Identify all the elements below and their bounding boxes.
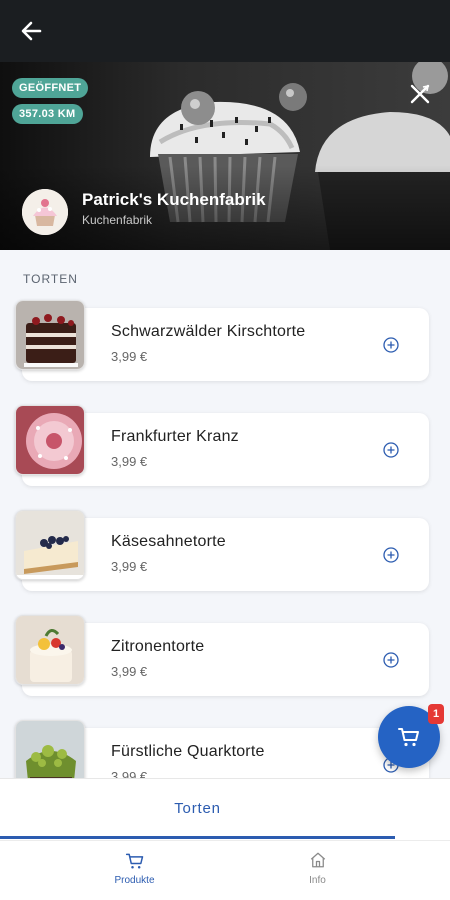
black-forest-cake-image	[16, 301, 84, 369]
nav-info[interactable]: Info	[205, 841, 430, 900]
add-circle-icon[interactable]	[382, 336, 400, 354]
product-price: 3,99 €	[111, 559, 148, 574]
product-image	[15, 720, 85, 778]
add-circle-icon[interactable]	[382, 546, 400, 564]
shop-hero-banner: GEÖFFNET 357.03 KM Patrick's Kuchenfabri…	[0, 62, 450, 250]
product-image	[15, 405, 85, 475]
product-image	[15, 510, 85, 580]
top-app-bar	[0, 0, 450, 62]
product-image	[15, 300, 85, 370]
cart-icon	[398, 728, 419, 747]
cake-logo-icon	[22, 189, 68, 235]
arrow-left-icon	[21, 21, 42, 41]
product-price: 3,99 €	[111, 454, 148, 469]
bottom-navigation: Produkte Info	[0, 840, 450, 900]
home-icon	[310, 852, 325, 868]
tab-torten[interactable]: Torten	[0, 779, 395, 839]
back-button[interactable]	[16, 16, 46, 46]
cart-count-badge: 1	[428, 704, 444, 724]
lemon-cake-image	[16, 616, 84, 684]
product-name: Zitronentorte	[111, 638, 205, 655]
product-price: 3,99 €	[111, 349, 148, 364]
cart-icon	[125, 853, 143, 869]
product-name: Fürstliche Quarktorte	[111, 743, 265, 760]
product-image	[15, 615, 85, 685]
frankfurter-kranz-image	[16, 406, 84, 474]
quark-cake-image	[16, 721, 84, 778]
distance-badge: 357.03 KM	[12, 104, 83, 124]
shop-avatar	[22, 189, 68, 235]
product-price: 3,99 €	[111, 664, 148, 679]
product-name: Frankfurter Kranz	[111, 428, 239, 445]
product-name: Käsesahnetorte	[111, 533, 226, 550]
section-title: TORTEN	[23, 272, 78, 286]
cross-icon[interactable]	[408, 82, 432, 106]
product-name: Schwarzwälder Kirschtorte	[111, 323, 306, 340]
status-badge: GEÖFFNET	[12, 78, 89, 98]
add-circle-icon[interactable]	[382, 651, 400, 669]
shop-subtitle: Kuchenfabrik	[82, 213, 153, 227]
product-price: 3,99 €	[111, 769, 148, 778]
nav-info-label: Info	[309, 875, 326, 886]
category-tab-bar: Torten	[0, 778, 450, 840]
add-circle-icon[interactable]	[382, 441, 400, 459]
product-list[interactable]: Schwarzwälder Kirschtorte 3,99 € Frankfu…	[0, 298, 450, 778]
tab-indicator	[0, 836, 395, 839]
shop-name: Patrick's Kuchenfabrik	[82, 190, 266, 209]
cheesecake-image	[16, 511, 84, 579]
